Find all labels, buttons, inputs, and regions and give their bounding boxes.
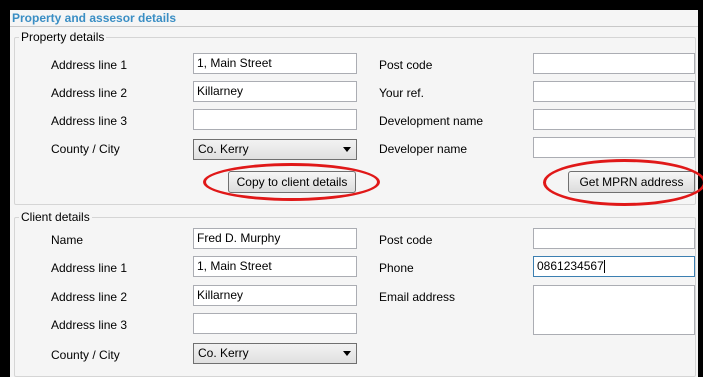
property-address3-label: Address line 3 xyxy=(51,114,128,128)
window-frame-top xyxy=(0,0,703,10)
get-mprn-address-button[interactable]: Get MPRN address xyxy=(568,171,695,193)
copy-to-client-button[interactable]: Copy to client details xyxy=(228,171,356,193)
client-county-select[interactable]: Co. Kerry xyxy=(193,343,357,364)
client-address1-field[interactable]: 1, Main Street xyxy=(193,256,357,277)
client-address2-label: Address line 2 xyxy=(51,290,128,304)
property-county-select[interactable]: Co. Kerry xyxy=(193,139,357,160)
property-address1-label: Address line 1 xyxy=(51,58,128,72)
client-email-label: Email address xyxy=(379,290,456,304)
window-frame-right xyxy=(698,0,703,377)
text-caret xyxy=(603,260,605,274)
section-title: Property and assesor details xyxy=(12,11,177,25)
client-email-field[interactable] xyxy=(533,285,695,335)
window-frame-left xyxy=(0,0,10,377)
property-details-legend: Property details xyxy=(19,30,107,44)
client-postcode-field[interactable] xyxy=(533,228,695,249)
property-address2-label: Address line 2 xyxy=(51,86,128,100)
client-address2-field[interactable]: Killarney xyxy=(193,285,357,306)
property-county-value: Co. Kerry xyxy=(198,142,249,156)
client-details-legend: Client details xyxy=(19,210,92,224)
client-postcode-label: Post code xyxy=(379,233,433,247)
client-address3-label: Address line 3 xyxy=(51,318,128,332)
chevron-down-icon xyxy=(343,351,351,356)
client-phone-value: 0861234567 xyxy=(537,259,604,273)
property-address2-field[interactable]: Killarney xyxy=(193,81,357,102)
client-address1-label: Address line 1 xyxy=(51,261,128,275)
property-developer-label: Developer name xyxy=(379,142,468,156)
client-county-value: Co. Kerry xyxy=(198,346,249,360)
property-postcode-label: Post code xyxy=(379,58,433,72)
title-divider xyxy=(10,26,698,27)
client-phone-field[interactable]: 0861234567 xyxy=(533,256,695,277)
property-yourref-label: Your ref. xyxy=(379,86,424,100)
property-county-label: County / City xyxy=(51,142,120,156)
client-address3-field[interactable] xyxy=(193,313,357,334)
client-county-label: County / City xyxy=(51,348,120,362)
property-address1-field[interactable]: 1, Main Street xyxy=(193,53,357,74)
property-developer-field[interactable] xyxy=(533,137,695,158)
property-yourref-field[interactable] xyxy=(533,81,695,102)
property-address3-field[interactable] xyxy=(193,109,357,130)
property-postcode-field[interactable] xyxy=(533,53,695,74)
client-name-label: Name xyxy=(51,233,84,247)
chevron-down-icon xyxy=(343,147,351,152)
property-devname-label: Development name xyxy=(379,114,484,128)
client-name-field[interactable]: Fred D. Murphy xyxy=(193,228,357,249)
client-phone-label: Phone xyxy=(379,261,414,275)
property-devname-field[interactable] xyxy=(533,109,695,130)
